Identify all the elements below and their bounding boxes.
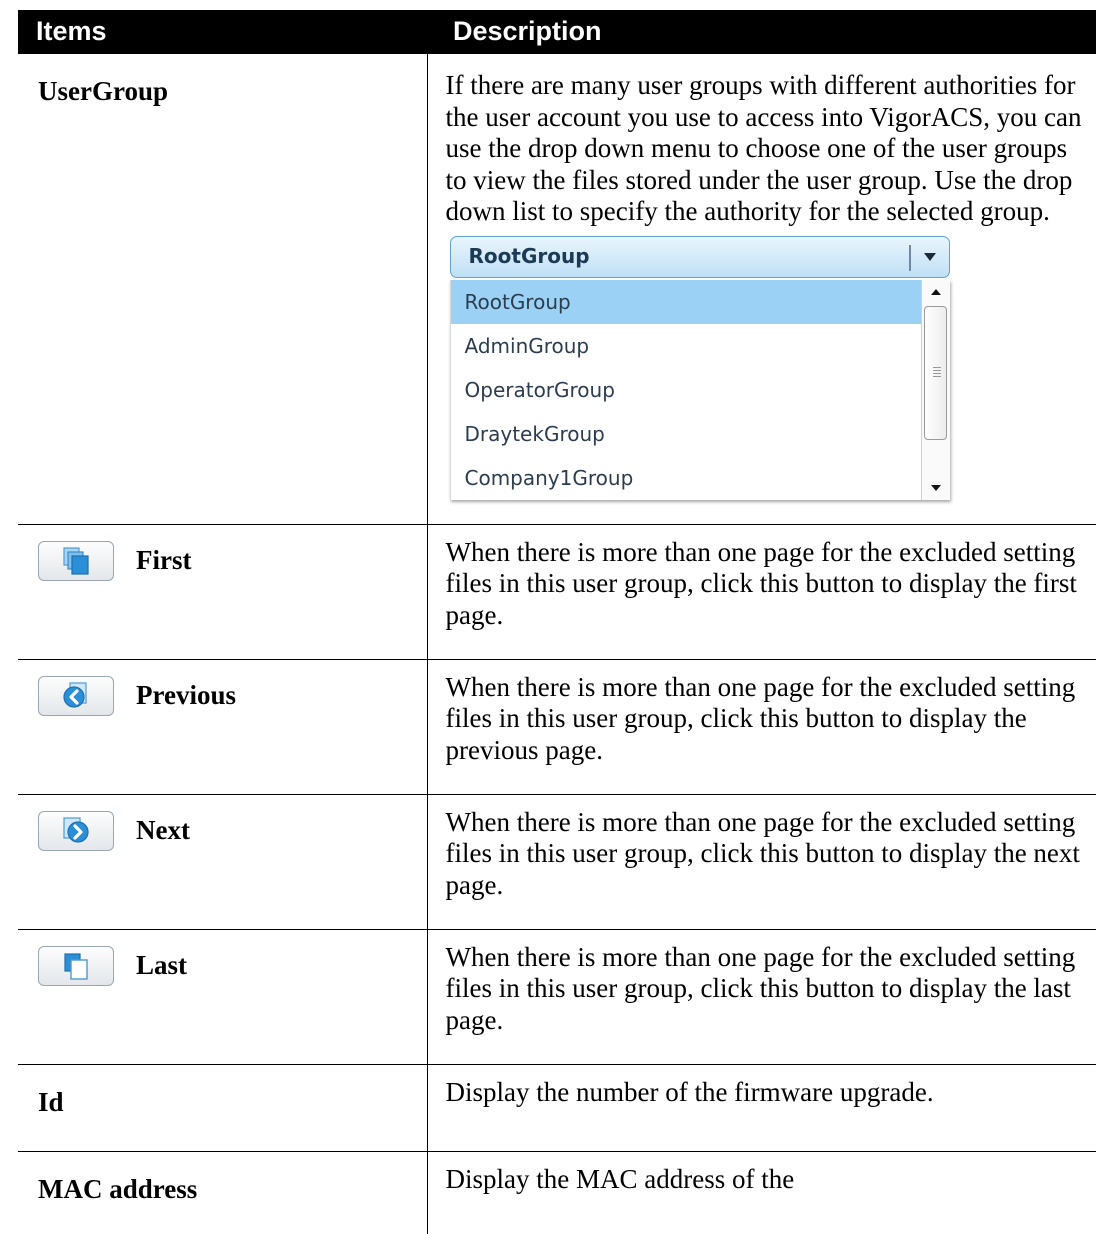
item-first: First (136, 544, 192, 575)
table-row-usergroup: UserGroup If there are many user groups … (18, 54, 1096, 525)
dropdown-options-list: RootGroup AdminGroup OperatorGroup Drayt… (449, 279, 950, 500)
desc-first: When there is more than one page for the… (427, 524, 1096, 660)
scroll-up-arrow-icon[interactable] (922, 280, 950, 304)
item-last: Last (136, 949, 188, 980)
dropdown-selected-box[interactable]: RootGroup (449, 235, 950, 278)
item-previous: Previous (136, 679, 236, 710)
dropdown-option[interactable]: Company1Group (451, 456, 921, 500)
item-id: Id (18, 1064, 428, 1152)
table-header-row: Items Description (18, 10, 1096, 54)
first-page-icon (63, 546, 89, 575)
scroll-down-arrow-icon[interactable] (922, 476, 950, 500)
dropdown-separator (909, 244, 911, 271)
table-row-previous: Previous When there is more than one pag… (18, 659, 1096, 795)
item-first-cell: First (18, 524, 428, 660)
item-usergroup: UserGroup (18, 54, 428, 525)
scrollbar-thumb[interactable] (923, 305, 947, 440)
next-page-icon (63, 816, 89, 843)
usergroup-dropdown[interactable]: RootGroup RootGroup AdminGroup OperatorG… (449, 235, 950, 500)
dropdown-scrollbar[interactable] (920, 279, 950, 500)
item-mac-address: MAC address (18, 1151, 428, 1234)
desc-usergroup: If there are many user groups with diffe… (445, 70, 1082, 226)
table-row-id: Id Display the number of the firmware up… (18, 1064, 1096, 1152)
item-last-cell: Last (18, 929, 428, 1065)
table-row-next: Next When there is more than one page fo… (18, 794, 1096, 930)
item-previous-cell: Previous (18, 659, 428, 795)
next-page-button[interactable] (38, 810, 114, 851)
header-items: Items (18, 10, 427, 54)
dropdown-option[interactable]: DraytekGroup (451, 412, 921, 456)
desc-mac-address: Display the MAC address of the (445, 1163, 795, 1194)
items-description-table: Items Description UserGroup If there are… (18, 10, 1096, 1234)
dropdown-option[interactable]: OperatorGroup (451, 368, 921, 412)
dropdown-option[interactable]: RootGroup (450, 279, 921, 324)
table-row-first: First When there is more than one page f… (18, 524, 1096, 660)
grip-icon (932, 366, 941, 377)
table-row-mac-address: MAC address Display the MAC address of t… (18, 1151, 1096, 1234)
desc-id: Display the number of the firmware upgra… (427, 1064, 1096, 1152)
chevron-down-icon[interactable] (919, 246, 941, 268)
last-page-icon (64, 952, 88, 980)
dropdown-option[interactable]: AdminGroup (451, 324, 921, 368)
header-description: Description (427, 10, 1096, 54)
item-next: Next (136, 814, 190, 845)
desc-last: When there is more than one page for the… (427, 929, 1096, 1065)
first-page-button[interactable] (38, 540, 114, 581)
previous-page-button[interactable] (38, 675, 114, 716)
desc-previous: When there is more than one page for the… (427, 659, 1096, 795)
table-row-last: Last When there is more than one page fo… (18, 929, 1096, 1065)
last-page-button[interactable] (38, 945, 114, 986)
item-next-cell: Next (18, 794, 428, 930)
previous-page-icon (63, 681, 87, 708)
desc-usergroup-cell: If there are many user groups with diffe… (427, 54, 1096, 525)
desc-next: When there is more than one page for the… (427, 794, 1096, 930)
dropdown-selected-value: RootGroup (468, 243, 590, 268)
